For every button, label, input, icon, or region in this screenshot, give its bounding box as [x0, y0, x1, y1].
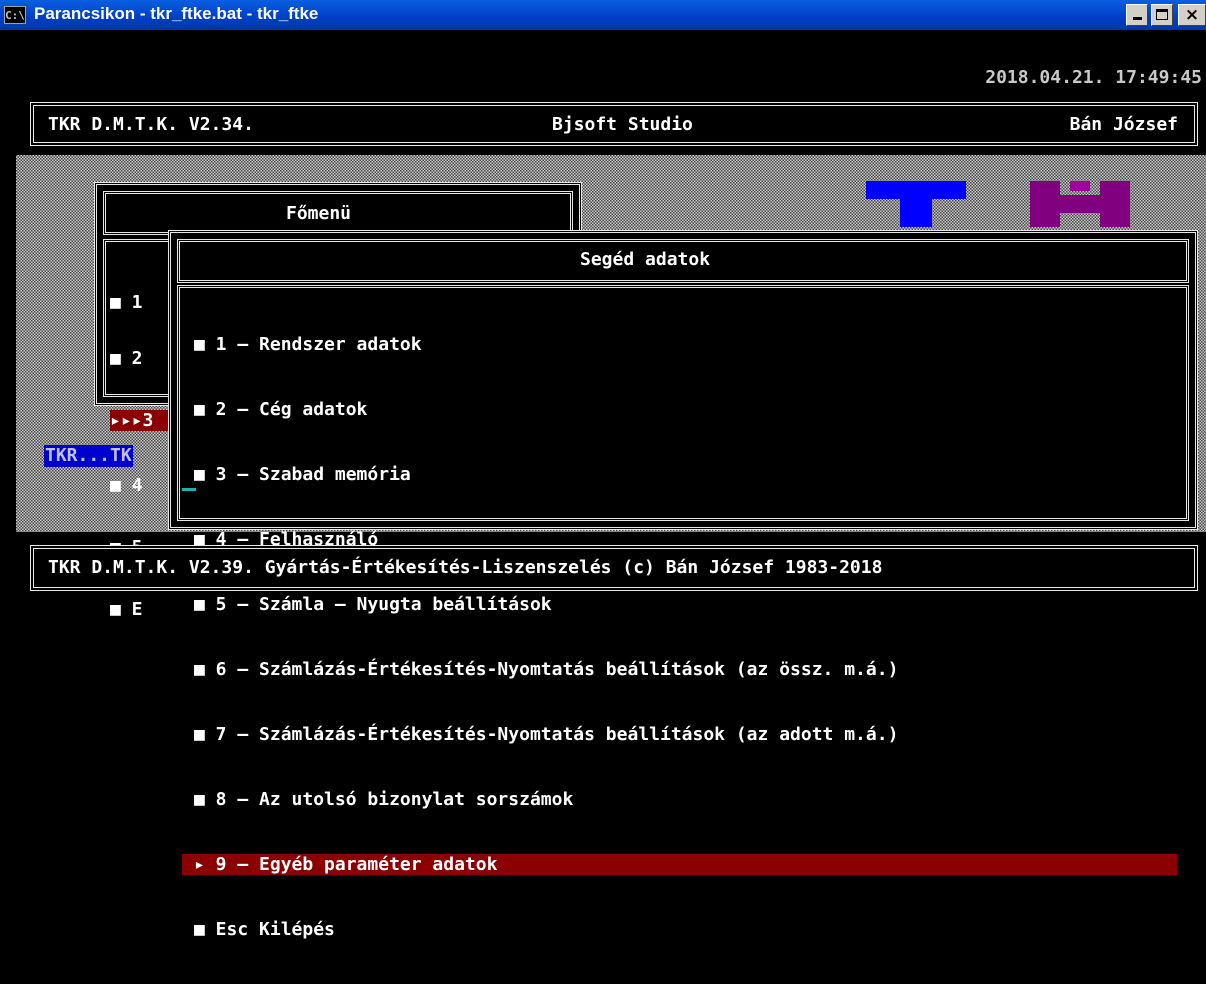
close-icon: ×	[1184, 5, 1200, 25]
main-menu-item-active[interactable]: ▸▸▸3	[110, 410, 168, 431]
submenu-item-5[interactable]: ■ 5 – Számla – Nyugta beállítások	[182, 594, 1177, 615]
console-screen: 2018.04.21. 17:49:45 TKR D.M.T.K. V2.34.…	[0, 30, 1206, 940]
window-title-bar[interactable]: C:\ Parancsikon - tkr_ftke.bat - tkr_ftk…	[0, 0, 1206, 30]
main-menu-item[interactable]: ■ E	[110, 599, 168, 620]
submenu-list: ■ 1 – Rendszer adatok ■ 2 – Cég adatok ■…	[182, 290, 1177, 984]
submenu-title: Segéd adatok	[580, 249, 711, 270]
maximize-button[interactable]	[1151, 4, 1173, 26]
submenu-item-2[interactable]: ■ 2 – Cég adatok	[182, 399, 1177, 420]
console-icon[interactable]: C:\	[4, 6, 26, 24]
submenu-item-8[interactable]: ■ 8 – Az utolsó bizonylat sorszámok	[182, 789, 1177, 810]
submenu-item-3[interactable]: ■ 3 – Szabad memória	[182, 464, 1177, 485]
submenu-item-9-selected[interactable]: ▸ 9 – Egyéb paraméter adatok	[182, 854, 1177, 875]
minimize-button[interactable]	[1126, 4, 1148, 26]
main-menu-title: Főmenü	[286, 203, 352, 224]
submenu-item-1[interactable]: ■ 1 – Rendszer adatok	[182, 334, 1177, 355]
header-author: Bán József	[1069, 114, 1178, 135]
main-menu-item[interactable]: ■ 2	[110, 348, 168, 369]
logo-h-block	[1030, 181, 1130, 227]
footer-text: TKR D.M.T.K. V2.39. Gyártás-Értékesítés-…	[48, 557, 883, 578]
submenu-item-esc[interactable]: ■ Esc Kilépés	[182, 919, 1177, 940]
close-button[interactable]: ×	[1178, 4, 1206, 26]
header-app-name: TKR D.M.T.K. V2.34.	[48, 114, 254, 135]
logo-t-block	[866, 181, 966, 227]
main-menu-item[interactable]: ■ 1	[110, 292, 168, 313]
submenu-item-6[interactable]: ■ 6 – Számlázás-Értékesítés-Nyomtatás be…	[182, 659, 1177, 680]
window-title: Parancsikon - tkr_ftke.bat - tkr_ftke	[34, 4, 319, 23]
main-menu-item[interactable]: ■ 4	[110, 475, 168, 496]
header-studio: Bjsoft Studio	[552, 114, 693, 135]
banner-text: TKR...TK	[44, 445, 133, 467]
datetime-display: 2018.04.21. 17:49:45	[985, 67, 1202, 88]
submenu-item-7[interactable]: ■ 7 – Számlázás-Értékesítés-Nyomtatás be…	[182, 724, 1177, 745]
text-cursor	[182, 488, 196, 491]
